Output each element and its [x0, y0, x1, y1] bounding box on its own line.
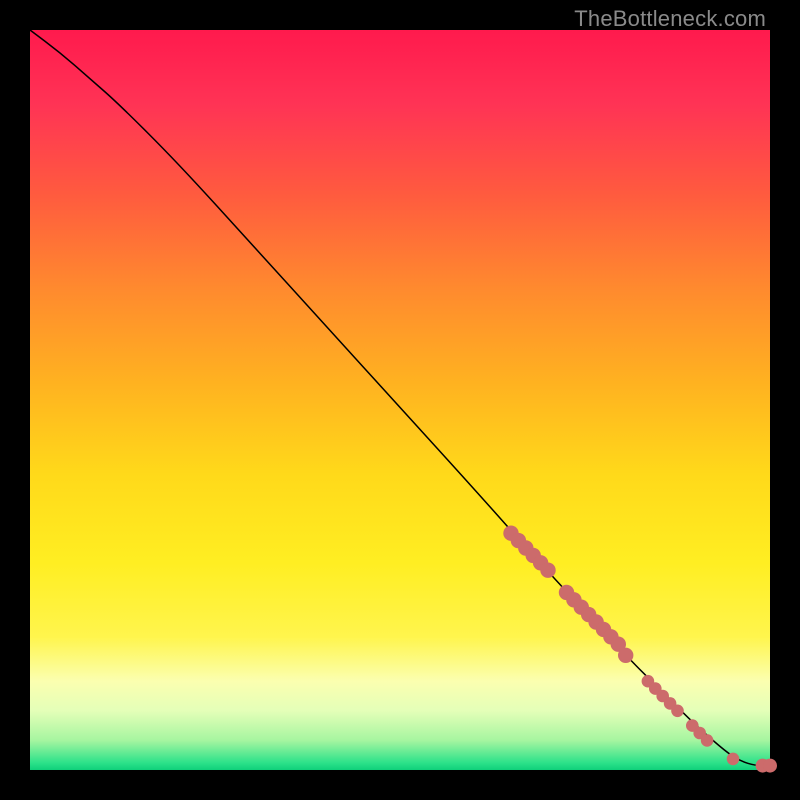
data-point	[671, 705, 684, 718]
data-point	[727, 753, 740, 766]
chart-wrap: TheBottleneck.com	[0, 0, 800, 800]
data-point	[540, 563, 555, 578]
watermark-text: TheBottleneck.com	[574, 6, 766, 32]
data-points-group	[503, 526, 777, 773]
data-point	[618, 648, 633, 663]
chart-svg	[30, 30, 770, 770]
bottleneck-curve	[30, 30, 770, 766]
data-point	[701, 734, 714, 747]
plot-area	[30, 30, 770, 770]
data-point	[763, 759, 777, 773]
